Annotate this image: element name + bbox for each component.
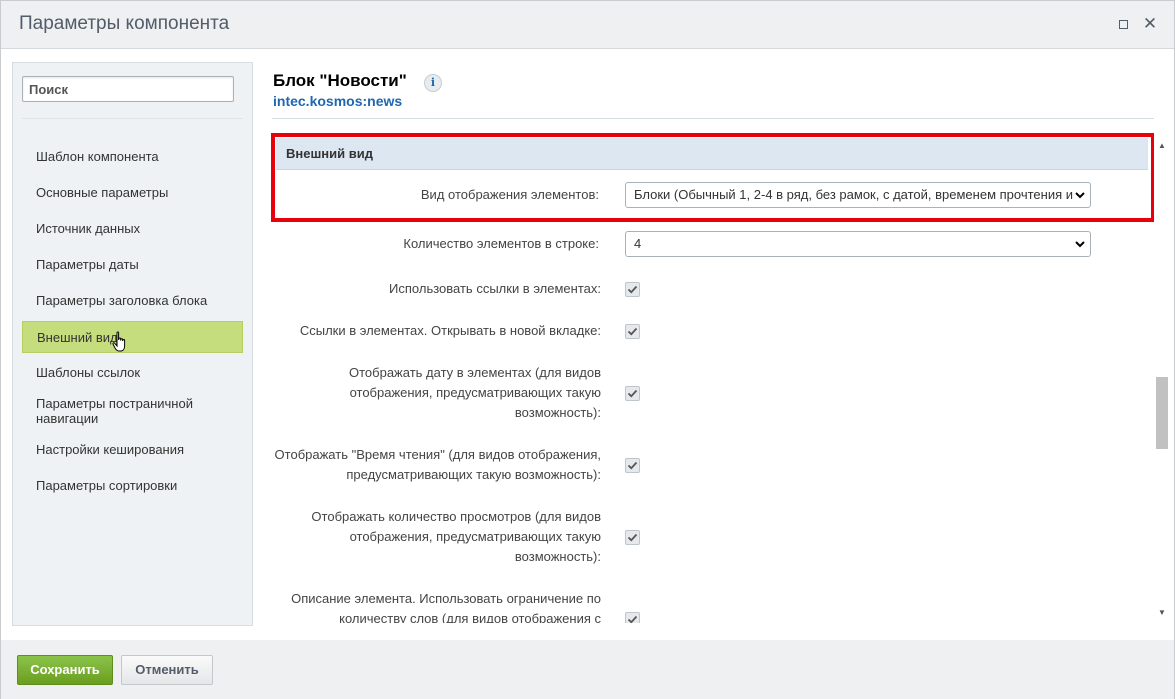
scroll-down-icon[interactable]: ▼ bbox=[1158, 608, 1166, 617]
scrollbar-thumb[interactable] bbox=[1156, 377, 1168, 449]
dialog-titlebar: Параметры компонента ✕ bbox=[1, 1, 1174, 49]
check-icon bbox=[627, 461, 638, 470]
description-word-limit-checkbox[interactable] bbox=[625, 612, 640, 623]
sidebar-item-data-source[interactable]: Источник данных bbox=[22, 221, 243, 236]
sidebar-item-template[interactable]: Шаблон компонента bbox=[22, 149, 243, 164]
check-icon bbox=[627, 533, 638, 542]
dialog-footer: Сохранить Отменить bbox=[1, 640, 1174, 699]
sidebar-item-caching[interactable]: Настройки кеширования bbox=[22, 442, 243, 457]
info-icon[interactable]: i bbox=[424, 74, 442, 92]
check-icon bbox=[627, 389, 638, 398]
sidebar-item-header[interactable]: Параметры заголовка блока bbox=[22, 293, 243, 308]
view-count-checkbox[interactable] bbox=[625, 530, 640, 545]
field-label-links-new-tab: Ссылки в элементах. Открывать в новой вк… bbox=[299, 323, 601, 338]
hand-cursor-icon bbox=[112, 331, 126, 352]
sidebar-item-basic[interactable]: Основные параметры bbox=[22, 185, 243, 200]
check-icon bbox=[627, 327, 638, 336]
component-parameters-dialog: Параметры компонента ✕ Шаблон компонента… bbox=[0, 0, 1175, 699]
field-label-use-links: Использовать ссылки в элементах: bbox=[389, 281, 601, 296]
component-code: intec.kosmos:news bbox=[273, 93, 403, 109]
reading-time-checkbox[interactable] bbox=[625, 458, 640, 473]
field-label-description-word-limit: Описание элемента. Использовать ограниче… bbox=[291, 591, 601, 623]
page-title: Блок "Новости" bbox=[273, 71, 407, 90]
check-icon bbox=[627, 615, 638, 623]
scroll-up-icon[interactable]: ▲ bbox=[1158, 141, 1166, 150]
maximize-icon[interactable] bbox=[1114, 15, 1132, 33]
links-new-tab-checkbox[interactable] bbox=[625, 324, 640, 339]
sidebar-item-appearance[interactable]: Внешний вид bbox=[22, 321, 243, 353]
check-icon bbox=[627, 285, 638, 294]
save-button[interactable]: Сохранить bbox=[17, 655, 113, 685]
close-icon[interactable]: ✕ bbox=[1141, 15, 1159, 33]
field-label-reading-time: Отображать "Время чтения" (для видов ото… bbox=[274, 447, 601, 482]
show-date-checkbox[interactable] bbox=[625, 386, 640, 401]
cancel-button[interactable]: Отменить bbox=[121, 655, 213, 685]
sidebar-item-pagination[interactable]: Параметры постраничной навигации bbox=[22, 396, 243, 426]
field-label-show-date: Отображать дату в элементах (для видов о… bbox=[349, 365, 601, 420]
fields-scroll-area: Использовать ссылки в элементах: Ссылки … bbox=[272, 119, 1154, 623]
sidebar-item-link-templates[interactable]: Шаблоны ссылок bbox=[22, 365, 243, 380]
sidebar: Шаблон компонента Основные параметры Ист… bbox=[12, 62, 253, 626]
sidebar-item-sorting[interactable]: Параметры сортировки bbox=[22, 478, 243, 493]
search-input[interactable] bbox=[22, 76, 234, 102]
dialog-title: Параметры компонента bbox=[19, 13, 230, 34]
use-links-checkbox[interactable] bbox=[625, 282, 640, 297]
sidebar-divider bbox=[22, 118, 243, 119]
sidebar-item-date[interactable]: Параметры даты bbox=[22, 257, 243, 272]
field-label-view-count: Отображать количество просмотров (для ви… bbox=[311, 509, 601, 564]
